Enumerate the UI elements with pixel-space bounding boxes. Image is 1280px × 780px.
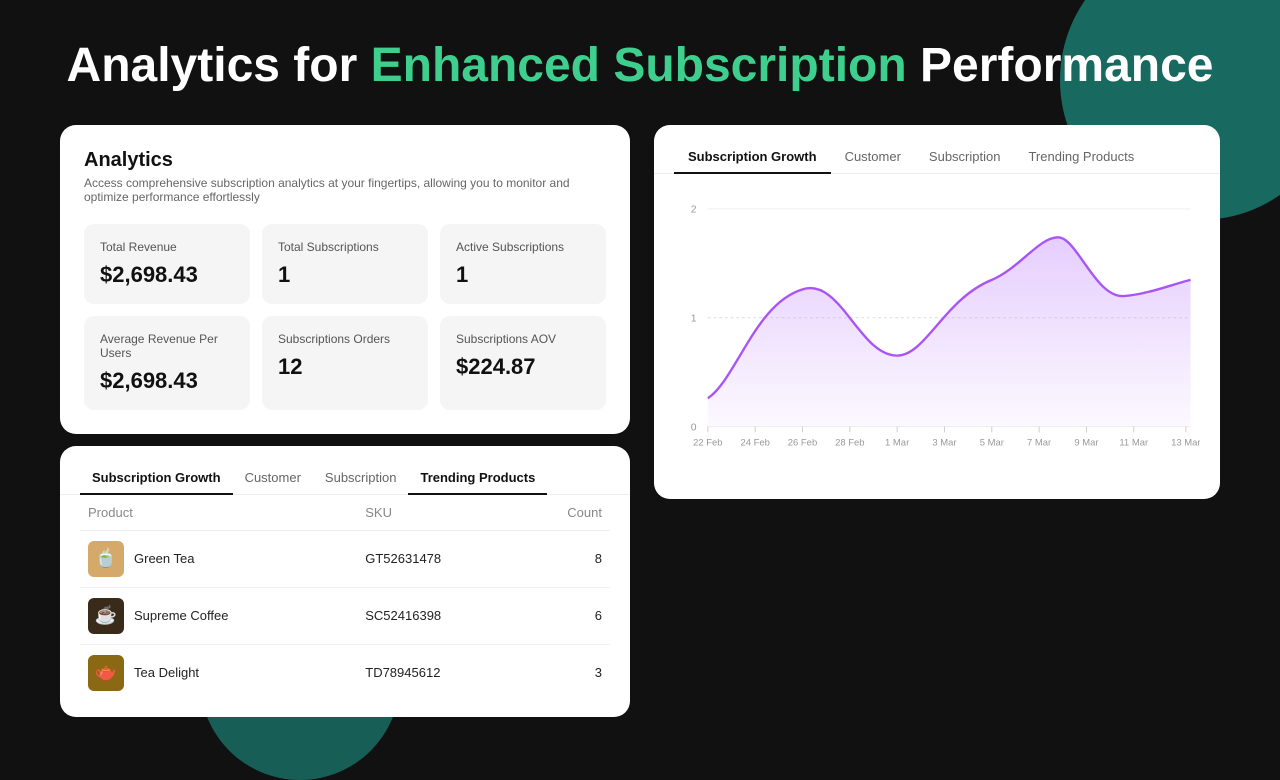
product-sku-supreme-coffee: SC52416398: [357, 587, 520, 644]
chart-tab-subscription[interactable]: Subscription: [915, 141, 1015, 174]
metric-avg-revenue-label: Average Revenue Per Users: [100, 332, 234, 360]
metric-active-subscriptions: Active Subscriptions 1: [440, 224, 606, 304]
product-cell-supreme-coffee: ☕ Supreme Coffee: [80, 587, 357, 644]
right-panel: Subscription Growth Customer Subscriptio…: [654, 125, 1220, 499]
title-after: Performance: [907, 39, 1214, 92]
metrics-grid: Total Revenue $2,698.43 Total Subscripti…: [84, 224, 606, 410]
metric-avg-revenue: Average Revenue Per Users $2,698.43: [84, 316, 250, 410]
x-label-1mar: 1 Mar: [885, 437, 909, 448]
metric-subscriptions-orders-value: 12: [278, 354, 412, 380]
tab-trending-products[interactable]: Trending Products: [408, 462, 547, 495]
metric-total-revenue-label: Total Revenue: [100, 240, 234, 254]
x-label-22feb: 22 Feb: [693, 437, 722, 448]
x-label-7mar: 7 Mar: [1027, 437, 1051, 448]
metric-active-subscriptions-value: 1: [456, 262, 590, 288]
metric-subscriptions-orders: Subscriptions Orders 12: [262, 316, 428, 410]
analytics-card-title: Analytics: [84, 149, 606, 172]
product-name-supreme-coffee: Supreme Coffee: [134, 608, 228, 623]
x-label-9mar: 9 Mar: [1074, 437, 1098, 448]
metric-total-subscriptions: Total Subscriptions 1: [262, 224, 428, 304]
table-row: 🍵 Green Tea GT52631478 8: [80, 530, 610, 587]
table-tab-bar: Subscription Growth Customer Subscriptio…: [60, 446, 630, 495]
metric-subscriptions-orders-label: Subscriptions Orders: [278, 332, 412, 346]
product-count-green-tea: 8: [520, 530, 610, 587]
title-highlight: Enhanced Subscription: [371, 39, 907, 92]
product-sku-tea-delight: TD78945612: [357, 644, 520, 701]
metric-subscriptions-aov: Subscriptions AOV $224.87: [440, 316, 606, 410]
x-label-3mar: 3 Mar: [932, 437, 956, 448]
x-label-11mar: 11 Mar: [1119, 437, 1148, 448]
product-name-tea-delight: Tea Delight: [134, 665, 199, 680]
table-card: Subscription Growth Customer Subscriptio…: [60, 446, 630, 717]
chart-tab-customer[interactable]: Customer: [831, 141, 915, 174]
product-icon-supreme-coffee: ☕: [88, 598, 124, 634]
product-sku-green-tea: GT52631478: [357, 530, 520, 587]
metric-total-subscriptions-label: Total Subscriptions: [278, 240, 412, 254]
page-title: Analytics for Enhanced Subscription Perf…: [60, 40, 1220, 93]
tab-customer[interactable]: Customer: [233, 462, 313, 495]
col-product: Product: [80, 495, 357, 531]
metric-subscriptions-aov-label: Subscriptions AOV: [456, 332, 590, 346]
chart-card: Subscription Growth Customer Subscriptio…: [654, 125, 1220, 499]
title-before: Analytics for: [67, 39, 371, 92]
y-label-1: 1: [691, 313, 697, 324]
x-label-13mar: 13 Mar: [1171, 437, 1200, 448]
metric-subscriptions-aov-value: $224.87: [456, 354, 590, 380]
chart-area: 2 1 0: [654, 174, 1220, 499]
analytics-card-subtitle: Access comprehensive subscription analyt…: [84, 176, 606, 204]
products-table: Product SKU Count 🍵 Green Tea: [80, 495, 610, 701]
table-row: 🫖 Tea Delight TD78945612 3: [80, 644, 610, 701]
table-row: ☕ Supreme Coffee SC52416398 6: [80, 587, 610, 644]
subscription-growth-chart: 2 1 0: [670, 190, 1200, 483]
product-cell-tea-delight: 🫖 Tea Delight: [80, 644, 357, 701]
metric-total-revenue: Total Revenue $2,698.43: [84, 224, 250, 304]
col-sku: SKU: [357, 495, 520, 531]
tab-subscription[interactable]: Subscription: [313, 462, 409, 495]
analytics-card: Analytics Access comprehensive subscript…: [60, 125, 630, 434]
left-panel: Analytics Access comprehensive subscript…: [60, 125, 630, 717]
y-label-2: 2: [691, 205, 697, 216]
x-label-28feb: 28 Feb: [835, 437, 864, 448]
product-cell-green-tea: 🍵 Green Tea: [80, 530, 357, 587]
chart-tab-bar: Subscription Growth Customer Subscriptio…: [654, 125, 1220, 174]
metric-total-revenue-value: $2,698.43: [100, 262, 234, 288]
x-label-26feb: 26 Feb: [788, 437, 817, 448]
chart-tab-subscription-growth[interactable]: Subscription Growth: [674, 141, 831, 174]
product-count-supreme-coffee: 6: [520, 587, 610, 644]
metric-total-subscriptions-value: 1: [278, 262, 412, 288]
metric-active-subscriptions-label: Active Subscriptions: [456, 240, 590, 254]
x-label-5mar: 5 Mar: [980, 437, 1004, 448]
col-count: Count: [520, 495, 610, 531]
product-name-green-tea: Green Tea: [134, 551, 194, 566]
x-label-24feb: 24 Feb: [740, 437, 769, 448]
metric-avg-revenue-value: $2,698.43: [100, 368, 234, 394]
product-icon-tea-delight: 🫖: [88, 655, 124, 691]
product-count-tea-delight: 3: [520, 644, 610, 701]
product-icon-green-tea: 🍵: [88, 541, 124, 577]
chart-tab-trending-products[interactable]: Trending Products: [1014, 141, 1148, 174]
y-label-0: 0: [691, 422, 697, 433]
table-container: Product SKU Count 🍵 Green Tea: [60, 495, 630, 717]
chart-area-fill: [708, 237, 1191, 426]
tab-subscription-growth[interactable]: Subscription Growth: [80, 462, 233, 495]
